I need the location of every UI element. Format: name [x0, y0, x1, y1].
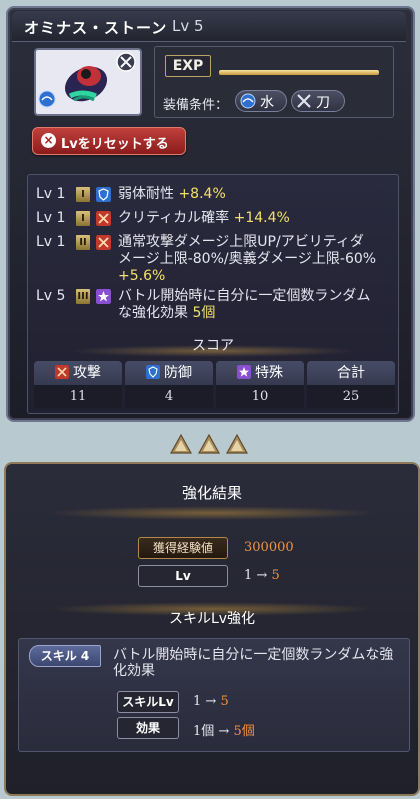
effect-text: バトル開始時に自分に一定個数ランダム な強化効果 5個 — [118, 288, 396, 322]
effect-name: クリティカル確率 — [118, 210, 230, 226]
effect-value: +8.4% — [178, 186, 226, 202]
divider — [46, 506, 378, 520]
skill-level-change: 1 → 5 — [193, 694, 229, 709]
skill-level-from: 1 — [193, 694, 202, 709]
score-total-value: 25 — [307, 385, 395, 408]
skill-badge: スキル 4 — [29, 645, 101, 667]
item-detail-card: オミナス・ストーン Lv 5 EXP 装備条件： 水 刀 × Lvをリセットする… — [6, 6, 415, 422]
score-attack-value: 11 — [34, 385, 122, 408]
skill-effect-change: 1個 → 5個 — [193, 720, 255, 739]
effect-name-part: な強化効果 — [118, 305, 188, 321]
score-defense-header: 防御 — [125, 361, 213, 385]
skill-effect-from: 1個 — [193, 724, 215, 739]
close-icon: × — [41, 133, 56, 148]
arrow-right-icon: → — [205, 694, 217, 709]
condition-water: 水 — [235, 90, 287, 112]
effect-name-line: バトル開始時に自分に一定個数ランダム — [118, 288, 371, 304]
effect-text: 通常攻撃ダメージ上限UP/アビリティダ メージ上限-80%/奥義ダメージ上限-6… — [118, 234, 396, 285]
arrow-right-icon: → — [256, 568, 268, 583]
level-label: Lv — [138, 565, 228, 587]
weapon-type-icon — [116, 52, 136, 72]
exp-info-panel: EXP 装備条件： 水 刀 — [154, 46, 394, 118]
shield-icon — [146, 365, 160, 379]
item-title: オミナス・ストーン — [24, 19, 168, 37]
enhance-result-card: 強化結果 獲得経験値 300000 Lv 1 → 5 スキルLv強化 スキル 4… — [4, 462, 420, 796]
score-attack-label: 攻撃 — [73, 365, 101, 381]
effect-level: Lv 1 — [36, 186, 66, 202]
arrow-right-icon: → — [218, 724, 230, 739]
star-icon — [237, 365, 251, 379]
rank-badge: II — [76, 235, 90, 250]
item-image — [34, 48, 142, 116]
skill-effect-to: 5個 — [233, 724, 255, 739]
attack-icon — [96, 235, 111, 250]
effect-level: Lv 1 — [36, 234, 66, 250]
level-change: 1 → 5 — [244, 568, 280, 583]
score-defense-label: 防御 — [164, 365, 192, 381]
exp-label: EXP — [165, 55, 211, 77]
arrow-up-icon — [226, 434, 248, 454]
level-to: 5 — [271, 568, 280, 583]
rank-badge: III — [76, 289, 90, 304]
effect-name: 弱体耐性 — [118, 186, 174, 202]
effect-name-line: 通常攻撃ダメージ上限UP/アビリティダ — [118, 234, 364, 250]
skill-description: バトル開始時に自分に一定個数ランダムな強化効果 — [113, 647, 394, 679]
effect-name-line: メージ上限-80%/奥義ダメージ上限-60% — [118, 251, 377, 267]
condition-katana-label: 刀 — [316, 95, 330, 111]
skill-level-to: 5 — [220, 694, 229, 709]
sword-icon — [297, 94, 311, 108]
effect-value: 5個 — [192, 305, 216, 321]
attack-icon — [96, 211, 111, 226]
score-special-value: 10 — [216, 385, 304, 408]
skill-effect-label: 効果 — [117, 717, 179, 739]
reset-level-label: Lvをリセットする — [61, 137, 169, 152]
rank-badge: I — [76, 187, 90, 202]
star-icon — [96, 289, 111, 304]
score-special-label: 特殊 — [255, 365, 283, 381]
exp-gained-value: 300000 — [244, 540, 294, 555]
arrow-up-icon — [170, 434, 192, 454]
exp-gained-label: 獲得経験値 — [138, 537, 228, 559]
item-level: Lv 5 — [172, 17, 204, 35]
effect-name-line: な強化効果 5個 — [118, 305, 396, 322]
score-total-label: 合計 — [337, 365, 365, 381]
condition-water-label: 水 — [260, 95, 274, 111]
skill-enhance-title: スキルLv強化 — [168, 611, 256, 627]
skill-level-label: スキルLv — [117, 691, 179, 713]
score-special-header: 特殊 — [216, 361, 304, 385]
level-from: 1 — [244, 568, 253, 583]
effect-value: +5.6% — [118, 268, 166, 284]
effect-level: Lv 5 — [36, 288, 66, 304]
score-defense-value: 4 — [125, 385, 213, 408]
score-title: スコア — [192, 338, 234, 354]
score-attack-header: 攻撃 — [34, 361, 122, 385]
exp-bar — [219, 70, 379, 75]
effect-text: クリティカル確率 +14.4% — [118, 210, 290, 227]
effects-panel: Lv 1 I 弱体耐性 +8.4% Lv 1 I クリティカル確率 +14.4%… — [27, 174, 399, 414]
enhance-result-title: 強化結果 — [181, 484, 242, 502]
effect-text: 弱体耐性 +8.4% — [118, 186, 226, 203]
rank-badge: I — [76, 211, 90, 226]
score-total-header: 合計 — [307, 361, 395, 385]
skill-panel: スキル 4 バトル開始時に自分に一定個数ランダムな強化効果 スキルLv 1 → … — [18, 638, 410, 752]
water-element-icon — [240, 93, 256, 109]
title-bar: オミナス・ストーン Lv 5 — [12, 11, 406, 42]
ominous-stone-icon — [64, 66, 108, 102]
attack-icon — [55, 365, 69, 379]
effect-value: +14.4% — [233, 210, 290, 226]
water-element-icon — [38, 90, 56, 108]
reset-level-button[interactable]: × Lvをリセットする — [32, 127, 186, 155]
equip-condition-label: 装備条件： — [163, 98, 229, 113]
shield-icon — [96, 187, 111, 202]
effect-level: Lv 1 — [36, 210, 66, 226]
condition-katana: 刀 — [291, 90, 345, 112]
arrow-up-icon — [198, 434, 220, 454]
